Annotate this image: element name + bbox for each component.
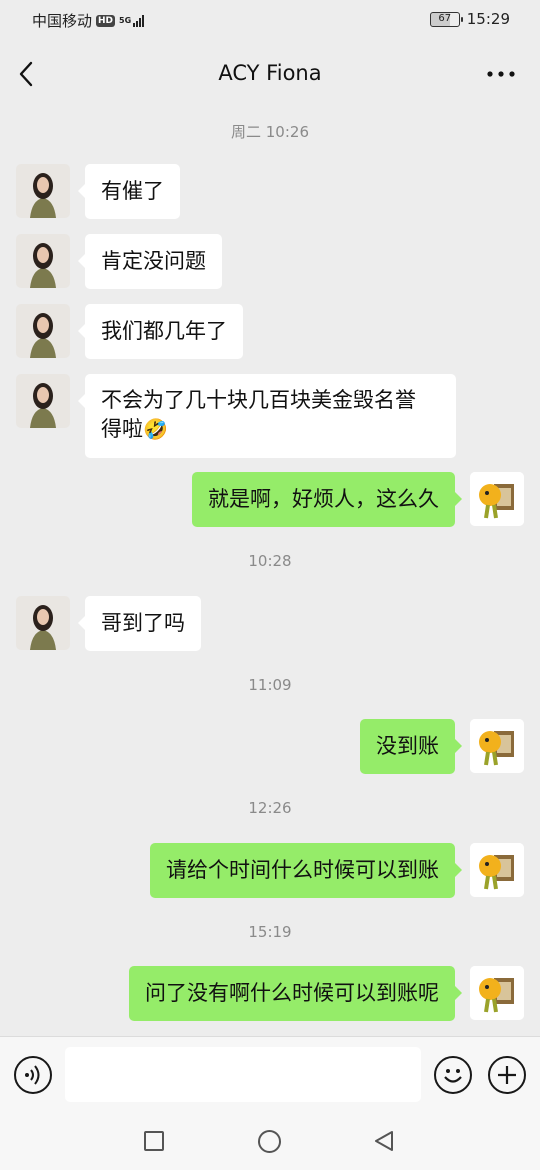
received-message[interactable]: 不会为了几十块几百块美金毁名誉 得啦🤣 [78,374,456,458]
home-circle-icon[interactable] [258,1130,281,1153]
received-message[interactable]: 我们都几年了 [78,304,243,359]
clock: 15:29 [466,10,510,28]
carrier-label: 中国移动 [32,12,93,30]
message-line: 不会为了几十块几百块美金毁名誉 [101,388,416,412]
received-message[interactable]: 肯定没问题 [78,234,222,289]
sent-message[interactable]: 问了没有啊什么时候可以到账呢 [129,966,462,1021]
timestamp: 15:19 [248,923,292,941]
chat-title: ACY Fiona [218,61,322,85]
my-avatar[interactable] [470,966,524,1020]
voice-icon[interactable] [14,1056,52,1094]
timestamp: 11:09 [248,676,292,694]
chat-header: ACY Fiona [0,44,540,104]
timestamp: 周二 10:26 [231,123,309,141]
hd-badge: HD [96,14,116,27]
my-avatar[interactable] [470,843,524,897]
network-type: 5G [119,15,132,25]
received-message[interactable]: 有催了 [78,164,180,219]
contact-avatar[interactable] [16,374,70,428]
sent-message[interactable]: 没到账 [360,719,462,774]
sent-message[interactable]: 就是啊，好烦人，这么久 [192,472,462,527]
timestamp: 10:28 [248,552,292,570]
contact-avatar[interactable] [16,164,70,218]
input-bar [0,1036,540,1114]
sent-message[interactable]: 请给个时间什么时候可以到账 [150,843,462,898]
status-bar: 中国移动 HD 5G 67 15:29 [0,0,540,40]
contact-avatar[interactable] [16,234,70,288]
battery-level: 67 [438,12,452,24]
contact-avatar[interactable] [16,304,70,358]
battery-icon: 67 [429,11,463,27]
back-triangle-icon[interactable] [372,1129,396,1153]
system-navigation-bar [0,1114,540,1170]
rofl-emoji-icon: 🤣 [143,417,168,441]
message-list[interactable]: 周二 10:26 有催了 肯定没问题 我们都几年了 不会为了几十块几百块美金毁名… [0,104,540,1036]
plus-icon[interactable] [488,1056,526,1094]
my-avatar[interactable] [470,472,524,526]
message-line: 得啦 [101,417,143,441]
recents-square-icon[interactable] [144,1131,164,1151]
timestamp: 12:26 [248,799,292,817]
contact-avatar[interactable] [16,596,70,650]
my-avatar[interactable] [470,719,524,773]
message-input[interactable] [65,1047,421,1102]
received-message[interactable]: 哥到了吗 [78,596,201,651]
more-dots-icon[interactable] [486,64,516,84]
emoji-face-icon[interactable] [434,1056,472,1094]
signal-icon [133,14,145,27]
